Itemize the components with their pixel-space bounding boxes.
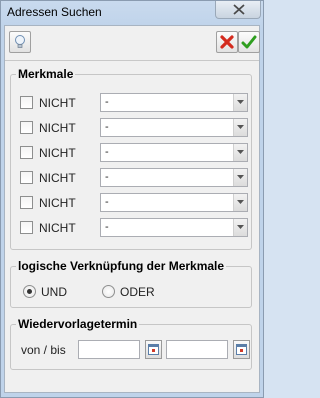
criterion-select-value: - — [105, 196, 109, 208]
nicht-label: NICHT — [39, 171, 76, 185]
criterion-select[interactable]: - — [100, 118, 248, 137]
nicht-label: NICHT — [39, 196, 76, 210]
ok-button[interactable] — [238, 31, 260, 53]
criterion-row-5: NICHT - — [11, 193, 251, 213]
green-check-icon — [241, 35, 257, 49]
radio-oder[interactable] — [102, 285, 115, 298]
logic-legend: logische Verknüpfung der Merkmale — [16, 259, 227, 273]
logic-group: logische Verknüpfung der Merkmale UND OD… — [10, 259, 252, 308]
calendar-icon — [148, 344, 159, 355]
merkmale-group: Merkmale NICHT - NICHT - NICHT - NICHT -… — [10, 67, 252, 250]
calendar-icon — [236, 344, 247, 355]
radio-oder-label: ODER — [120, 285, 155, 299]
red-x-cancel-icon — [220, 35, 234, 49]
title-bar: Adressen Suchen — [1, 1, 263, 23]
lightbulb-icon — [15, 35, 25, 48]
criterion-select[interactable]: - — [100, 193, 248, 212]
criterion-select[interactable]: - — [100, 168, 248, 187]
date-from-input[interactable] — [78, 340, 140, 359]
criterion-row-2: NICHT - — [11, 118, 251, 138]
toolbar — [5, 26, 260, 61]
nicht-checkbox[interactable] — [20, 171, 33, 184]
tip-button[interactable] — [9, 31, 31, 53]
criterion-select-value: - — [105, 171, 109, 183]
chevron-down-icon — [237, 100, 244, 104]
dialog-body: Merkmale NICHT - NICHT - NICHT - NICHT -… — [4, 25, 260, 393]
nicht-label: NICHT — [39, 146, 76, 160]
search-addresses-window: Adressen Suchen Merkmale NICHT - NICHT -… — [0, 0, 264, 398]
criterion-row-4: NICHT - — [11, 168, 251, 188]
criterion-select[interactable]: - — [100, 93, 248, 112]
dropdown-arrow[interactable] — [233, 194, 247, 211]
window-close-button[interactable] — [215, 1, 261, 19]
criterion-select-value: - — [105, 221, 109, 233]
dropdown-arrow[interactable] — [233, 119, 247, 136]
followup-legend: Wiedervorlagetermin — [16, 317, 140, 331]
dropdown-arrow[interactable] — [233, 94, 247, 111]
nicht-checkbox[interactable] — [20, 196, 33, 209]
chevron-down-icon — [237, 225, 244, 229]
criterion-select-value: - — [105, 146, 109, 158]
chevron-down-icon — [237, 175, 244, 179]
date-range-label: von / bis — [21, 343, 66, 357]
date-from-picker-button[interactable] — [145, 340, 162, 359]
nicht-checkbox[interactable] — [20, 121, 33, 134]
chevron-down-icon — [237, 150, 244, 154]
cancel-button[interactable] — [216, 31, 238, 53]
followup-date-group: Wiedervorlagetermin von / bis — [10, 317, 252, 370]
nicht-checkbox[interactable] — [20, 221, 33, 234]
criterion-row-1: NICHT - — [11, 93, 251, 113]
date-to-picker-button[interactable] — [233, 340, 250, 359]
dropdown-arrow[interactable] — [233, 219, 247, 236]
criterion-row-3: NICHT - — [11, 143, 251, 163]
nicht-label: NICHT — [39, 121, 76, 135]
criterion-select[interactable]: - — [100, 218, 248, 237]
radio-und-label: UND — [41, 285, 67, 299]
criterion-select[interactable]: - — [100, 143, 248, 162]
criterion-select-value: - — [105, 121, 109, 133]
nicht-checkbox[interactable] — [20, 96, 33, 109]
window-title: Adressen Suchen — [7, 5, 102, 19]
nicht-checkbox[interactable] — [20, 146, 33, 159]
criterion-select-value: - — [105, 96, 109, 108]
close-x-icon — [233, 4, 245, 15]
nicht-label: NICHT — [39, 221, 76, 235]
dropdown-arrow[interactable] — [233, 144, 247, 161]
nicht-label: NICHT — [39, 96, 76, 110]
date-to-input[interactable] — [166, 340, 228, 359]
radio-und[interactable] — [23, 285, 36, 298]
chevron-down-icon — [237, 125, 244, 129]
merkmale-legend: Merkmale — [16, 67, 76, 81]
chevron-down-icon — [237, 200, 244, 204]
criterion-row-6: NICHT - — [11, 218, 251, 238]
dropdown-arrow[interactable] — [233, 169, 247, 186]
